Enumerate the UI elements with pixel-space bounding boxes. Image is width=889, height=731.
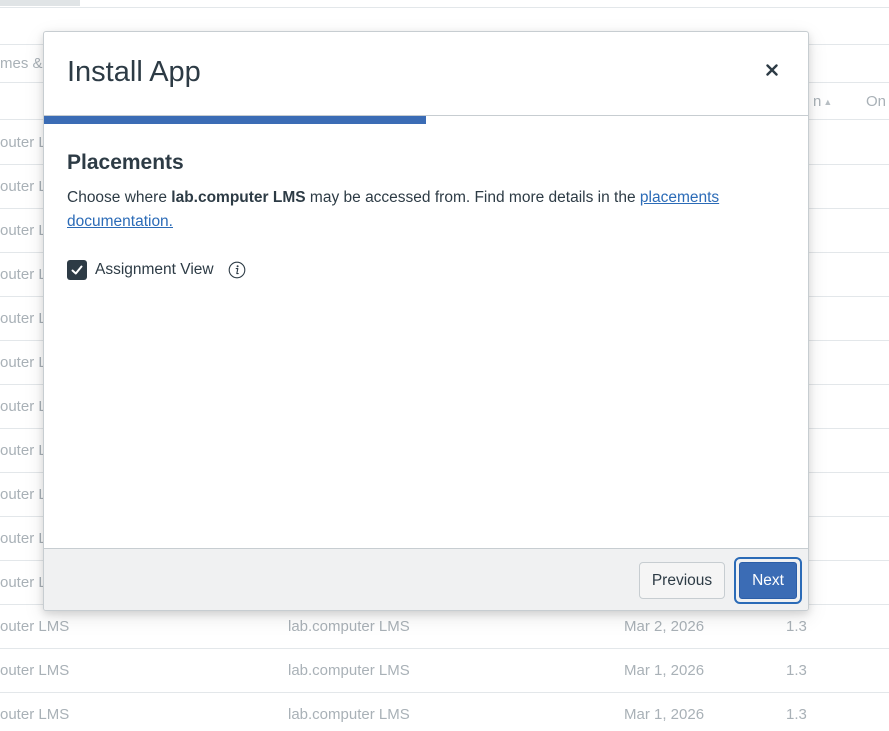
- placement-assignment-view: Assignment View: [67, 260, 246, 280]
- divider: [0, 7, 889, 8]
- checkmark-icon: [71, 265, 83, 275]
- assignment-view-checkbox[interactable]: [67, 260, 87, 280]
- tool-name: outer L: [0, 354, 47, 371]
- modal-body: Placements Choose where lab.computer LMS…: [44, 124, 808, 548]
- filter-label: mes &: [0, 55, 43, 72]
- tool-name: outer LMS: [0, 706, 70, 723]
- app-name: lab.computer LMS: [171, 189, 306, 206]
- section-title: Placements: [67, 151, 184, 174]
- modal-footer: Previous Next: [44, 548, 808, 610]
- close-icon: [766, 64, 778, 76]
- table-row: outer LMS lab.computer LMS Mar 1, 2026 1.3: [0, 649, 889, 693]
- tool-name: outer LMS: [0, 618, 70, 635]
- tool-name: outer L: [0, 266, 47, 283]
- progress-fill: [44, 116, 426, 124]
- checkbox-label: Assignment View: [95, 261, 214, 278]
- description-text: Choose where: [67, 189, 172, 206]
- modal-title: Install App: [67, 56, 201, 88]
- tool-name: outer L: [0, 486, 47, 503]
- next-button[interactable]: Next: [739, 562, 797, 599]
- lti-version: 1.3: [786, 706, 807, 723]
- tool-name: outer L: [0, 442, 47, 459]
- table-row: outer LMS lab.computer LMS Mar 1, 2026 1.3: [0, 693, 889, 731]
- progress-bar: [44, 116, 808, 124]
- installed-date: Mar 2, 2026: [624, 618, 705, 635]
- lti-version: 1.3: [786, 618, 807, 635]
- tool-creator: lab.computer LMS: [288, 662, 410, 679]
- lti-version: 1.3: [786, 662, 807, 679]
- placements-description: Choose where lab.computer LMS may be acc…: [67, 186, 757, 234]
- description-text: may be accessed from. Find more details …: [305, 189, 640, 206]
- close-button[interactable]: [756, 54, 788, 86]
- modal-header: Install App: [44, 32, 808, 116]
- previous-button[interactable]: Previous: [639, 562, 725, 599]
- info-icon[interactable]: [228, 261, 246, 279]
- installed-date: Mar 1, 2026: [624, 706, 705, 723]
- installed-date: Mar 1, 2026: [624, 662, 705, 679]
- tool-name: outer L: [0, 574, 47, 591]
- tool-name: outer L: [0, 310, 47, 327]
- table-row: outer LMS lab.computer LMS Mar 2, 2026 1.3: [0, 605, 889, 649]
- sort-icon: ▲︎: [823, 97, 833, 108]
- tool-creator: lab.computer LMS: [288, 706, 410, 723]
- tool-name: outer L: [0, 398, 47, 415]
- tool-creator: lab.computer LMS: [288, 618, 410, 635]
- tool-name: outer L: [0, 222, 47, 239]
- active-tab-indicator: [0, 0, 80, 6]
- next-button-focus-ring: Next: [734, 557, 802, 604]
- install-app-modal: Install App Placements Choose where lab.…: [43, 31, 809, 611]
- tool-name: outer L: [0, 530, 47, 547]
- column-header[interactable]: n ▲︎: [813, 93, 832, 110]
- tool-name: outer L: [0, 134, 47, 151]
- tool-name: outer L: [0, 178, 47, 195]
- tool-name: outer LMS: [0, 662, 70, 679]
- column-header[interactable]: On: [866, 93, 886, 110]
